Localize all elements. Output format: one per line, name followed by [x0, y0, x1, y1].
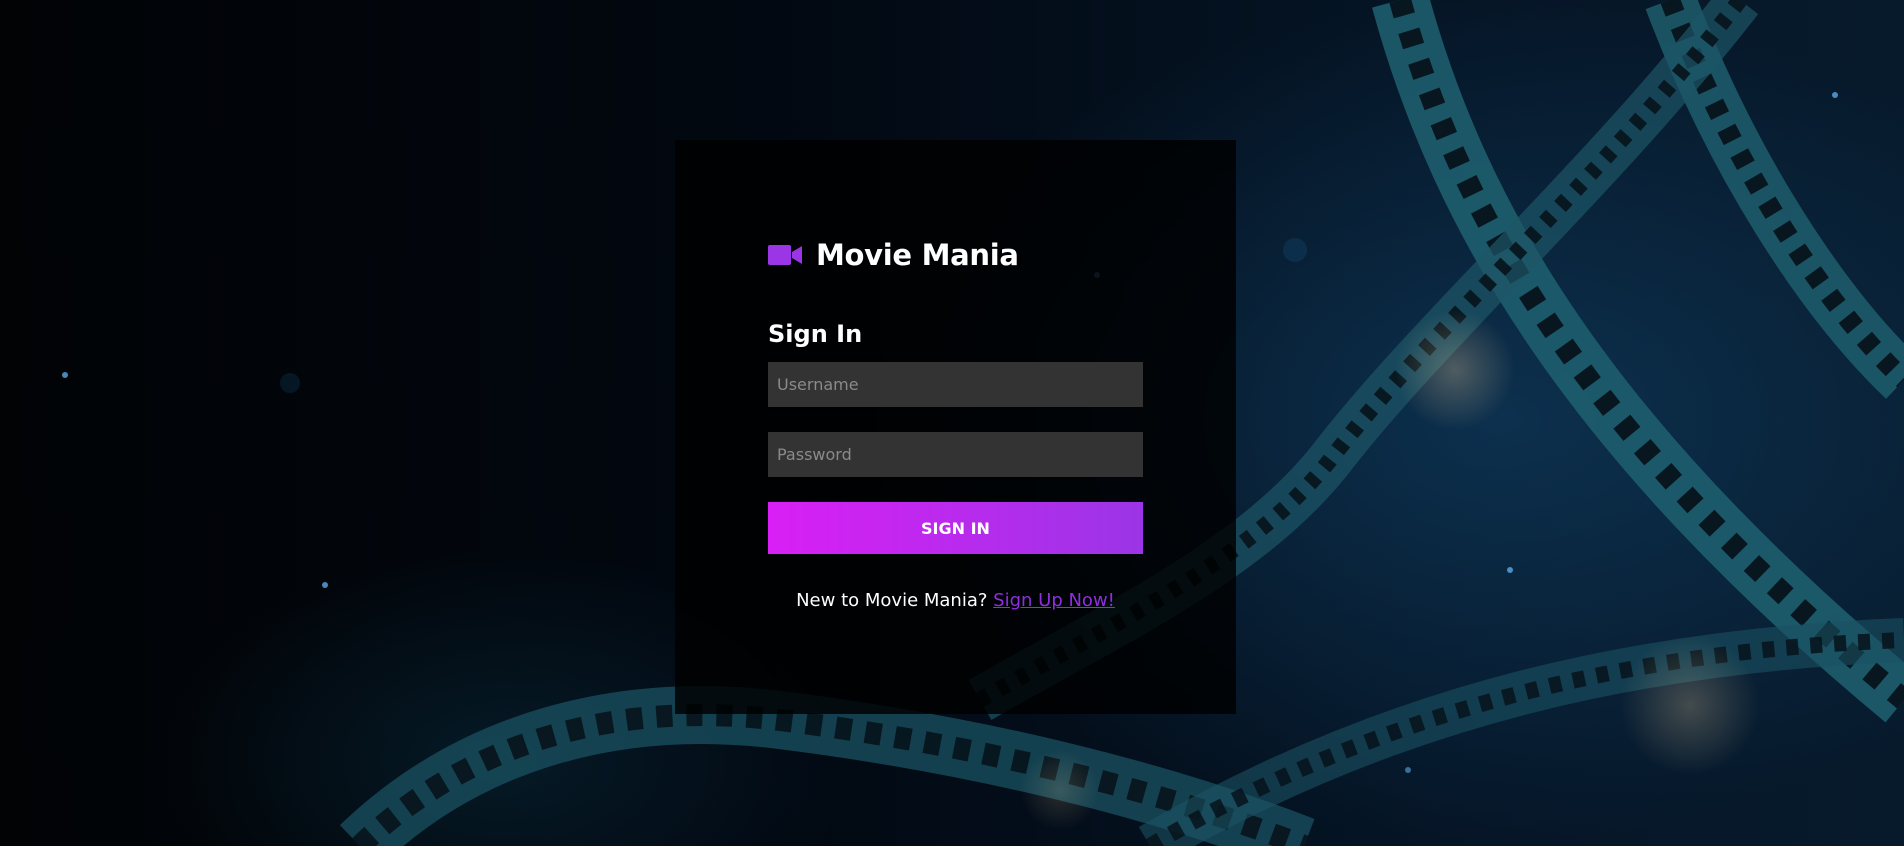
brand-name: Movie Mania — [816, 238, 1019, 272]
signup-prompt-text: New to Movie Mania? — [796, 590, 988, 611]
password-input[interactable] — [768, 432, 1143, 477]
username-input[interactable] — [768, 362, 1143, 407]
signup-prompt: New to Movie Mania? Sign Up Now! — [768, 590, 1143, 611]
sign-in-heading: Sign In — [768, 320, 863, 348]
video-camera-icon — [768, 245, 802, 265]
sign-up-link[interactable]: Sign Up Now! — [993, 590, 1115, 611]
sign-in-button[interactable]: SIGN IN — [768, 502, 1143, 554]
sign-in-card: Movie Mania Sign In SIGN IN New to Movie… — [675, 140, 1236, 714]
brand-logo[interactable]: Movie Mania — [768, 238, 1019, 272]
login-page: Movie Mania Sign In SIGN IN New to Movie… — [0, 0, 1904, 846]
